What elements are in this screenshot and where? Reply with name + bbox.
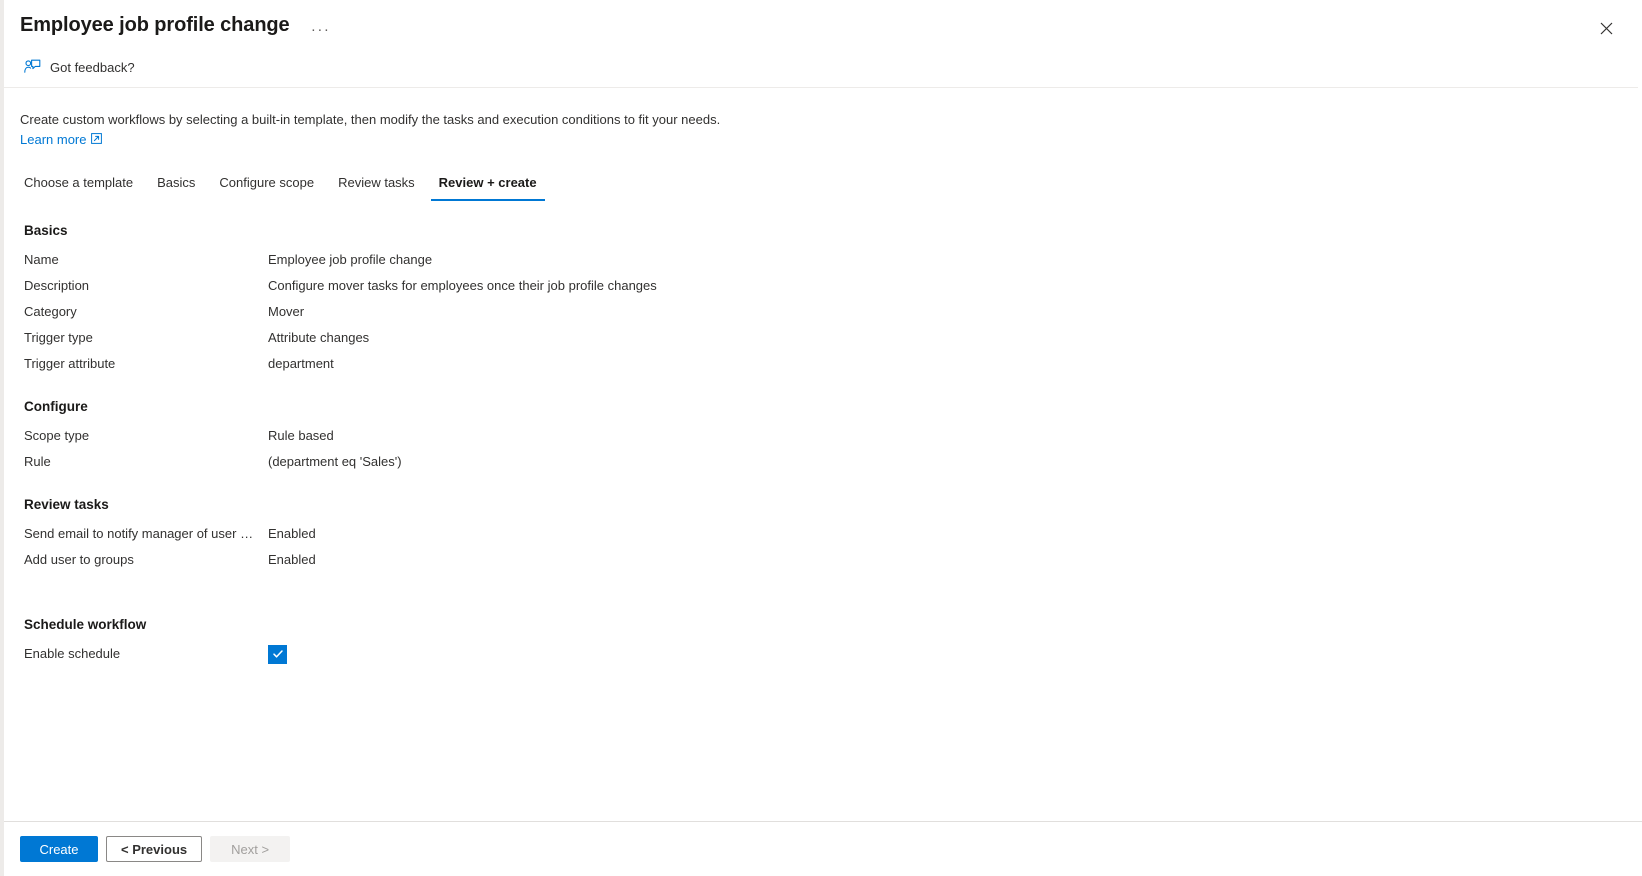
summary-row-description: Description Configure mover tasks for em… bbox=[20, 273, 1626, 299]
close-button[interactable] bbox=[1590, 12, 1622, 44]
checkmark-icon bbox=[272, 648, 284, 660]
summary-row-rule: Rule (department eq 'Sales') bbox=[20, 449, 1626, 475]
summary-value: Rule based bbox=[268, 428, 334, 443]
blade-panel: Employee job profile change ··· Got feed… bbox=[0, 0, 1642, 876]
section-schedule-workflow: Schedule workflow Enable schedule bbox=[20, 617, 1626, 667]
summary-key: Description bbox=[24, 278, 90, 293]
summary-key: Trigger type bbox=[24, 330, 93, 345]
section-configure: Configure Scope type Rule based Rule (de… bbox=[20, 399, 1626, 475]
summary-value: Attribute changes bbox=[268, 330, 370, 345]
summary-row-add-user-to-groups: Add user to groups Enabled bbox=[20, 547, 1626, 573]
got-feedback-label: Got feedback? bbox=[50, 60, 135, 75]
wizard-tabs: Choose a template Basics Configure scope… bbox=[20, 166, 1626, 201]
blade-content: Create custom workflows by selecting a b… bbox=[4, 88, 1642, 821]
summary-value: Configure mover tasks for employees once… bbox=[268, 278, 657, 293]
close-icon bbox=[1600, 22, 1613, 35]
feedback-person-icon bbox=[24, 59, 41, 77]
summary-value: Employee job profile change bbox=[268, 252, 433, 267]
section-title-schedule-workflow: Schedule workflow bbox=[24, 617, 147, 632]
summary-row-scope-type: Scope type Rule based bbox=[20, 423, 1626, 449]
create-button[interactable]: Create bbox=[20, 836, 98, 862]
blade-footer: Create < Previous Next > bbox=[4, 821, 1642, 876]
tab-basics[interactable]: Basics bbox=[145, 174, 207, 201]
section-title-basics: Basics bbox=[24, 223, 68, 238]
summary-key: Rule bbox=[24, 454, 51, 469]
summary-row-category: Category Mover bbox=[20, 299, 1626, 325]
tab-configure-scope[interactable]: Configure scope bbox=[207, 174, 326, 201]
summary-value: department bbox=[268, 356, 334, 371]
summary-key: Send email to notify manager of user mo.… bbox=[24, 526, 268, 541]
summary-value: (department eq 'Sales') bbox=[268, 454, 402, 469]
got-feedback-button[interactable]: Got feedback? bbox=[20, 56, 139, 80]
more-options-icon[interactable]: ··· bbox=[308, 18, 334, 40]
learn-more-link[interactable]: Learn more bbox=[20, 132, 103, 147]
page-title: Employee job profile change bbox=[20, 14, 290, 36]
summary-value: Enabled bbox=[268, 552, 316, 567]
summary-row-send-email-notify-manager: Send email to notify manager of user mo.… bbox=[20, 521, 1626, 547]
summary-key: Scope type bbox=[24, 428, 90, 443]
enable-schedule-checkbox[interactable] bbox=[268, 644, 287, 664]
previous-button[interactable]: < Previous bbox=[106, 836, 203, 862]
tab-choose-a-template[interactable]: Choose a template bbox=[20, 174, 145, 201]
summary-key: Add user to groups bbox=[24, 552, 134, 567]
summary-row-name: Name Employee job profile change bbox=[20, 247, 1626, 273]
tab-review-create[interactable]: Review + create bbox=[427, 174, 549, 201]
feedback-bar: Got feedback? bbox=[4, 48, 1638, 88]
section-title-review-tasks: Review tasks bbox=[24, 497, 109, 512]
summary-row-trigger-type: Trigger type Attribute changes bbox=[20, 325, 1626, 351]
summary-key: Name bbox=[24, 252, 59, 267]
tab-review-tasks[interactable]: Review tasks bbox=[326, 174, 427, 201]
enable-schedule-row: Enable schedule bbox=[20, 641, 1626, 667]
summary-key: Trigger attribute bbox=[24, 356, 116, 371]
external-link-icon bbox=[91, 132, 103, 147]
section-review-tasks: Review tasks Send email to notify manage… bbox=[20, 497, 1626, 573]
next-button: Next > bbox=[210, 836, 291, 862]
section-basics: Basics Name Employee job profile change … bbox=[20, 223, 1626, 377]
enable-schedule-label: Enable schedule bbox=[24, 646, 121, 661]
intro-description: Create custom workflows by selecting a b… bbox=[20, 112, 721, 127]
section-title-configure: Configure bbox=[24, 399, 88, 414]
learn-more-label: Learn more bbox=[20, 132, 87, 147]
blade-header: Employee job profile change ··· bbox=[4, 0, 1642, 48]
summary-key: Category bbox=[24, 304, 77, 319]
summary-value: Enabled bbox=[268, 526, 316, 541]
summary-row-trigger-attribute: Trigger attribute department bbox=[20, 351, 1626, 377]
summary-value: Mover bbox=[268, 304, 305, 319]
